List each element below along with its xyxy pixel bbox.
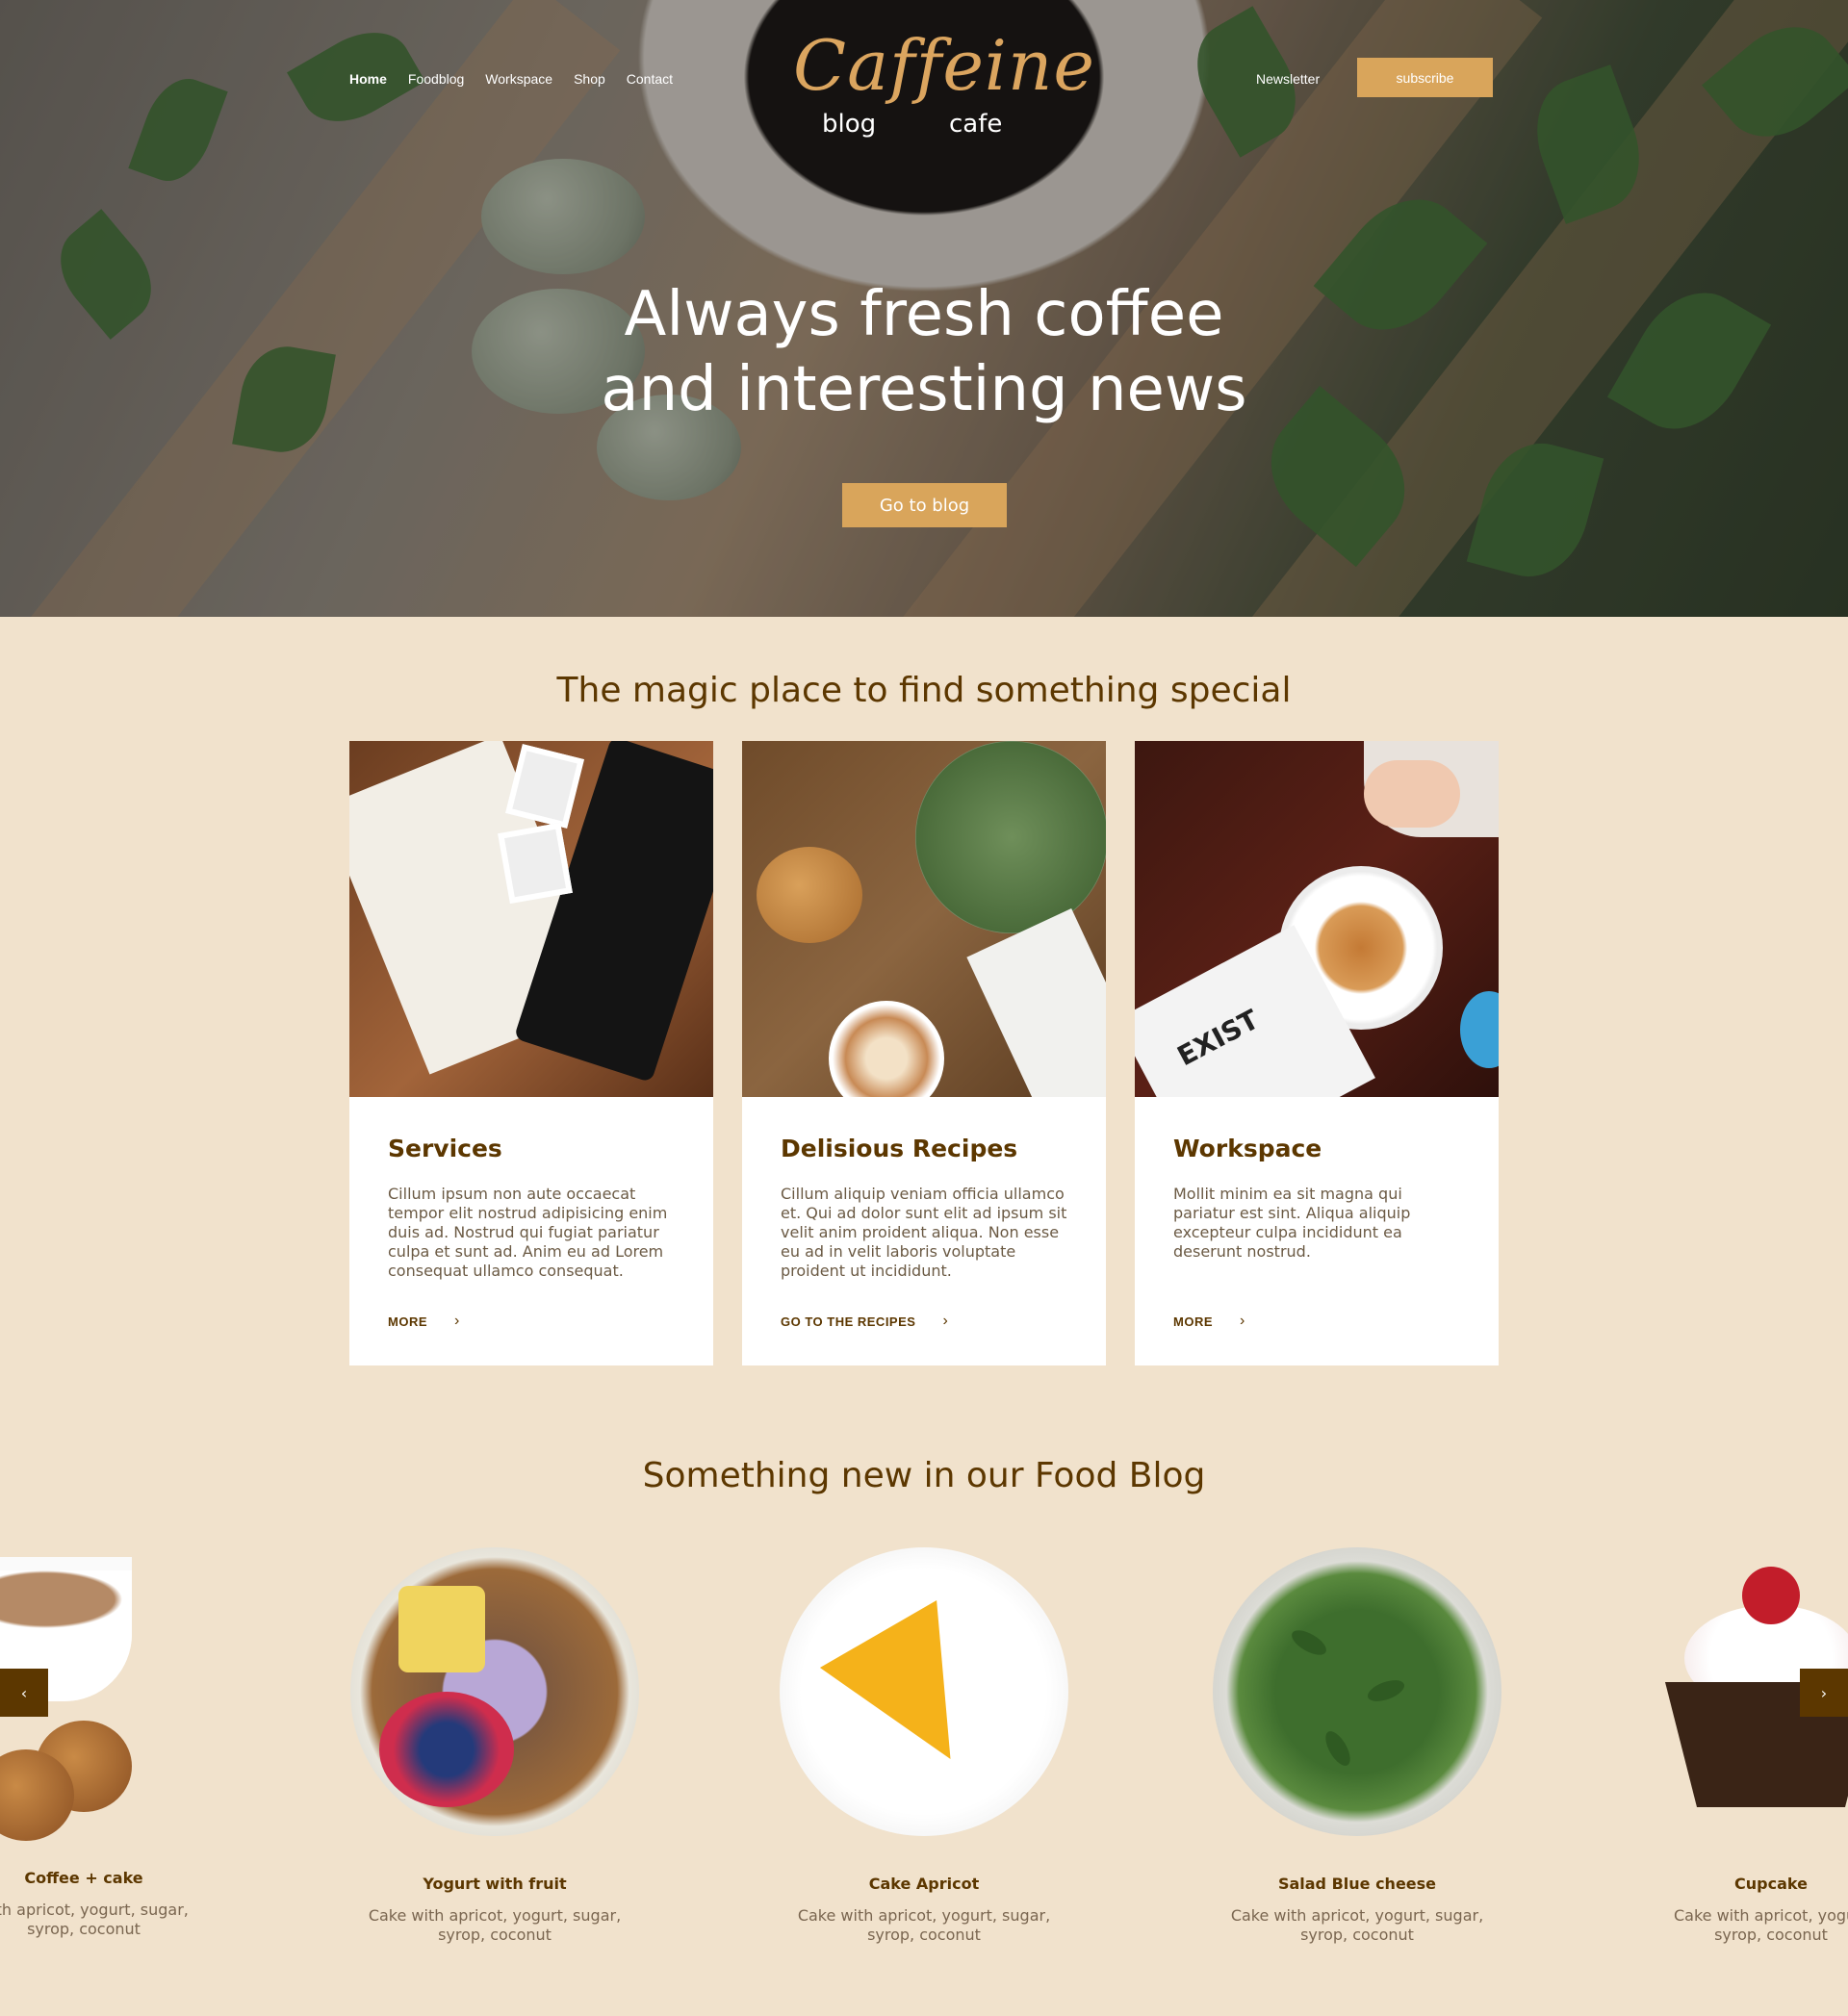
blog-item-description-line: Cake with apricot, yogurt, sugar, — [368, 1906, 622, 1925]
feature-card-workspace: Workspace Mollit minim ea sit magna qui … — [1135, 741, 1499, 1365]
blog-item[interactable]: Cake Apricot Cake with apricot, yogurt, … — [780, 1547, 1068, 1945]
chevron-left-icon: ‹ — [20, 1683, 28, 1702]
card-recipes-link[interactable]: GO TO THE RECIPES › — [781, 1313, 948, 1330]
salad-blue-cheese-image — [1213, 1547, 1502, 1836]
nav-contact[interactable]: Contact — [627, 71, 673, 87]
card-text: Cillum ipsum non aute occaecat tempor el… — [388, 1185, 668, 1280]
cake-apricot-image — [780, 1547, 1068, 1836]
blog-item-description-line: Cake with apricot, yogurt, sugar, — [797, 1906, 1051, 1925]
raspberry — [1742, 1567, 1800, 1624]
blog-item-description: Cake with apricot, yogurt, sugar, syrop,… — [1213, 1906, 1502, 1945]
blog-item-title: Cupcake — [1734, 1875, 1808, 1893]
logo-wordmark: Caffeine — [793, 25, 1095, 106]
blog-item-title: Cake Apricot — [868, 1875, 980, 1893]
nav-workspace[interactable]: Workspace — [485, 71, 552, 87]
logo-blog-label: blog — [822, 110, 877, 139]
carousel-prev-button[interactable]: ‹ — [0, 1669, 48, 1717]
card-title: Delisious Recipes — [781, 1135, 1018, 1162]
main-nav: Home Foodblog Workspace Shop Contact — [349, 71, 694, 87]
site-logo[interactable]: Caffeine blog cafe — [789, 25, 1094, 150]
logo-cafe-label: cafe — [949, 110, 1003, 139]
blog-item[interactable]: Yogurt with fruit Cake with apricot, yog… — [350, 1547, 639, 1945]
notebook-image — [349, 741, 713, 1097]
blog-item-title: Coffee + cake — [24, 1869, 143, 1887]
newsletter-link[interactable]: Newsletter — [1256, 71, 1320, 87]
mango-pieces — [398, 1586, 485, 1672]
blog-item-description-line: syrop, coconut — [1300, 1926, 1414, 1944]
polaroid-photo — [505, 744, 584, 829]
subscribe-button[interactable]: subscribe — [1357, 58, 1493, 97]
card-text: Cillum aliquip veniam officia ullamco et… — [781, 1185, 1067, 1280]
blog-item[interactable]: Salad Blue cheese Cake with apricot, yog… — [1213, 1547, 1502, 1945]
features-title: The magic place to find something specia… — [556, 671, 1292, 710]
feature-card-services: Services Cillum ipsum non aute occaecat … — [349, 741, 713, 1365]
recipes-image — [742, 741, 1106, 1097]
nav-foodblog[interactable]: Foodblog — [408, 71, 464, 87]
polaroid-photo — [498, 822, 573, 905]
blog-item-description: with apricot, yogurt, sugar, syrop, coco… — [0, 1901, 228, 1939]
muffin — [757, 847, 862, 943]
card-link-label: MORE — [388, 1314, 427, 1329]
card-title: Workspace — [1173, 1135, 1322, 1162]
flower — [1460, 991, 1499, 1068]
blog-item-description-line: Cake with apricot, yogurt — [1673, 1906, 1848, 1925]
blog-item[interactable]: Cupcake Cake with apricot, yogurt syrop,… — [1627, 1547, 1848, 1945]
chevron-right-icon: › — [1820, 1683, 1828, 1702]
workspace-image — [1135, 741, 1499, 1097]
card-link-label: MORE — [1173, 1314, 1213, 1329]
blog-item-description-line: syrop, coconut — [867, 1926, 981, 1944]
go-to-blog-button[interactable]: Go to blog — [842, 483, 1007, 527]
yogurt-fruit-image — [350, 1547, 639, 1836]
chevron-right-icon: › — [454, 1313, 460, 1329]
cake-slice — [819, 1600, 1010, 1793]
nav-home[interactable]: Home — [349, 71, 387, 87]
feature-card-recipes: Delisious Recipes Cillum aliquip veniam … — [742, 741, 1106, 1365]
nav-shop[interactable]: Shop — [574, 71, 605, 87]
chevron-right-icon: › — [1240, 1313, 1245, 1329]
salad-leaf — [1365, 1675, 1407, 1706]
berries — [379, 1692, 514, 1807]
blog-item-description-line: syrop, coconut — [438, 1926, 552, 1944]
blog-item-description-line: syrop, coconut — [1714, 1926, 1828, 1944]
hero-heading: Always fresh coffee and interesting news — [0, 277, 1848, 427]
hero-section: Home Foodblog Workspace Shop Contact Caf… — [0, 0, 1848, 617]
salad-leaf — [1288, 1625, 1330, 1660]
card-title: Services — [388, 1135, 502, 1162]
blog-item-description: Cake with apricot, yogurt syrop, coconut — [1627, 1906, 1848, 1945]
salad-leaf — [1321, 1727, 1355, 1770]
menu-paper — [966, 908, 1106, 1097]
blog-item-description-line: syrop, coconut — [27, 1920, 141, 1938]
blog-item-title: Salad Blue cheese — [1277, 1875, 1437, 1893]
chevron-right-icon: › — [942, 1313, 949, 1329]
carousel-next-button[interactable]: › — [1800, 1669, 1848, 1717]
blog-item-description: Cake with apricot, yogurt, sugar, syrop,… — [780, 1906, 1068, 1945]
blog-item-description-line: with apricot, yogurt, sugar, — [0, 1901, 189, 1919]
card-more-link[interactable]: MORE › — [1173, 1313, 1245, 1330]
hand — [1364, 760, 1460, 828]
succulent-bowl — [915, 741, 1106, 933]
blog-item-description: Cake with apricot, yogurt, sugar, syrop,… — [350, 1906, 639, 1945]
hero-heading-line-2: and interesting news — [601, 354, 1247, 425]
card-text: Mollit minim ea sit magna qui pariatur e… — [1173, 1185, 1411, 1261]
latte-cup — [829, 1001, 944, 1097]
food-blog-title: Something new in our Food Blog — [642, 1456, 1206, 1495]
card-link-label: GO TO THE RECIPES — [781, 1314, 916, 1329]
blog-item[interactable]: Coffee + cake with apricot, yogurt, suga… — [0, 1547, 228, 1939]
card-more-link[interactable]: MORE › — [388, 1313, 460, 1330]
blog-item-description-line: Cake with apricot, yogurt, sugar, — [1230, 1906, 1484, 1925]
blog-item-title: Yogurt with fruit — [423, 1875, 567, 1893]
hero-heading-line-1: Always fresh coffee — [624, 279, 1224, 350]
